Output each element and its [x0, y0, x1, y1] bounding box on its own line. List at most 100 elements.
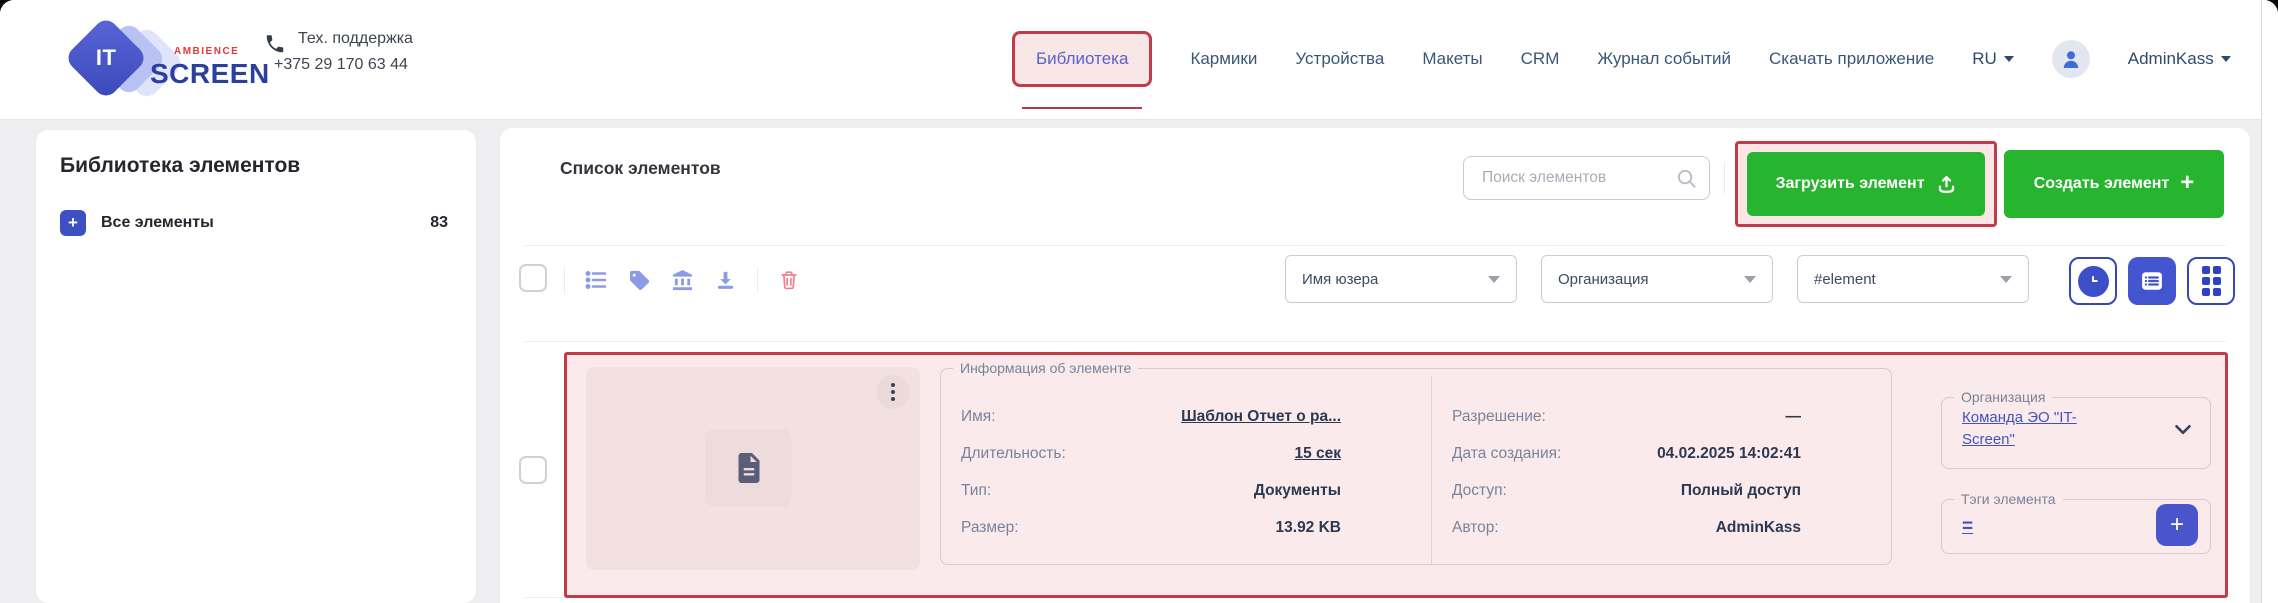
organization-fieldset: Организация Команда ЭО "IT-Screen": [1941, 389, 2211, 469]
divider: [757, 267, 758, 293]
filter-element-tag[interactable]: #element: [1797, 255, 2029, 303]
chevron-down-icon: [1488, 275, 1500, 283]
sidebar-item-count: 83: [430, 214, 448, 231]
element-name-link[interactable]: Шаблон Отчет о ра...: [1181, 408, 1341, 426]
field-label: Размер:: [961, 518, 1019, 536]
user-avatar[interactable]: [2051, 40, 2090, 78]
history-view-button[interactable]: [2069, 257, 2117, 305]
main-nav: Библиотека Кармики Устройства Макеты CRM…: [1012, 0, 2231, 118]
grid-view-button[interactable]: [2187, 257, 2235, 305]
field-value: 13.92 KB: [1275, 518, 1341, 536]
field-label: Тип:: [961, 481, 992, 499]
sidebar-item-all-elements[interactable]: + Все элементы 83: [60, 210, 448, 236]
expand-plus-icon[interactable]: +: [60, 210, 86, 236]
language-value: RU: [1972, 49, 1997, 68]
nav-tab-download-app[interactable]: Скачать приложение: [1769, 49, 1934, 69]
nav-tab-crm[interactable]: CRM: [1521, 49, 1560, 69]
tags-legend: Тэги элемента: [1961, 491, 2056, 507]
user-menu[interactable]: AdminKass: [2128, 49, 2231, 69]
filter-organization[interactable]: Организация: [1541, 255, 1773, 303]
tags-fieldset: Тэги элемента = +: [1941, 491, 2211, 554]
select-all-checkbox[interactable]: [519, 264, 547, 292]
person-icon: [2063, 51, 2078, 68]
view-toggle-group: [2069, 257, 2235, 305]
clock-icon: [2077, 265, 2109, 297]
list-icon[interactable]: [584, 268, 608, 292]
field-label: Дата создания:: [1452, 444, 1562, 462]
info-row-name: Имя: Шаблон Отчет о ра...: [961, 398, 1341, 435]
filter-user-name[interactable]: Имя юзера: [1285, 255, 1517, 303]
divider: [1724, 162, 1725, 194]
add-tag-button[interactable]: +: [2156, 504, 2198, 546]
trash-icon[interactable]: [778, 269, 800, 291]
nav-tab-event-log[interactable]: Журнал событий: [1597, 49, 1731, 69]
field-label: Имя:: [961, 407, 996, 425]
divider: [524, 341, 2226, 342]
download-icon[interactable]: [714, 269, 737, 292]
info-row-resolution: Разрешение: —: [1452, 398, 1801, 435]
plus-icon: +: [2180, 169, 2195, 196]
caret-down-icon: [2003, 56, 2014, 62]
info-row-duration: Длительность: 15 сек: [961, 435, 1341, 472]
sidebar-title: Библиотека элементов: [60, 154, 301, 177]
field-label: Автор:: [1452, 518, 1499, 536]
active-tab-underline: [1022, 107, 1142, 109]
document-preview: [705, 429, 792, 507]
list-view-button[interactable]: [2128, 257, 2176, 305]
page-title: Список элементов: [560, 158, 721, 178]
library-sidebar: Библиотека элементов + Все элементы 83: [36, 130, 476, 603]
annotation-box-element-row: Информация об элементе Имя: Шаблон Отчет…: [564, 352, 2228, 598]
nav-tab-karmiki[interactable]: Кармики: [1190, 49, 1257, 69]
chevron-down-icon[interactable]: [2170, 416, 2196, 442]
row-checkbox[interactable]: [519, 456, 547, 484]
info-row-created: Дата создания: 04.02.2025 14:02:41: [1452, 435, 1801, 472]
filters-row: Имя юзера Организация #element: [1285, 255, 2029, 303]
support-phone: +375 29 170 63 44: [274, 56, 408, 73]
elements-panel: Список элементов Загрузить элемент Созда…: [500, 128, 2250, 603]
app-logo[interactable]: IT AMBIENCE SCREEN: [46, 15, 276, 102]
organization-link[interactable]: Команда ЭО "IT-Screen": [1962, 407, 2112, 451]
tag-icon[interactable]: [628, 269, 651, 292]
document-icon: [738, 453, 759, 483]
sidebar-item-label: Все элементы: [101, 214, 214, 231]
field-label: Длительность:: [961, 444, 1066, 462]
element-thumbnail[interactable]: [586, 367, 920, 570]
bulk-actions-toolbar: [584, 267, 800, 293]
field-value: Полный доступ: [1680, 481, 1801, 499]
upload-element-button[interactable]: Загрузить элемент: [1747, 152, 1985, 216]
grid-view-icon: [2201, 266, 2221, 296]
chevron-down-icon: [1744, 275, 1756, 283]
upload-button-label: Загрузить элемент: [1775, 175, 1925, 192]
nav-tab-devices[interactable]: Устройства: [1295, 49, 1384, 69]
language-selector[interactable]: RU: [1972, 49, 2014, 69]
info-column-right: Разрешение: — Дата создания: 04.02.2025 …: [1432, 376, 1891, 564]
upload-icon: [1938, 175, 1954, 193]
field-value: Документы: [1253, 481, 1341, 499]
nav-tab-library[interactable]: Библиотека: [1012, 31, 1153, 87]
page-scrollbar[interactable]: [2261, 0, 2278, 603]
nav-tab-layouts[interactable]: Макеты: [1422, 49, 1482, 69]
search-box: [1463, 156, 1710, 200]
field-value: AdminKass: [1715, 518, 1801, 536]
tags-value[interactable]: =: [1962, 516, 1973, 538]
info-row-size: Размер: 13.92 KB: [961, 509, 1341, 546]
logo-ambience-text: AMBIENCE: [174, 46, 240, 57]
info-row-access: Доступ: Полный доступ: [1452, 472, 1801, 509]
kebab-menu-icon[interactable]: [876, 375, 910, 409]
divider: [564, 268, 565, 294]
search-input[interactable]: [1480, 157, 1674, 199]
filter-value: Организация: [1558, 270, 1649, 288]
create-button-label: Создать элемент: [2033, 175, 2170, 192]
annotation-box-upload: Загрузить элемент: [1735, 141, 1997, 227]
field-label: Доступ:: [1452, 481, 1507, 499]
filter-value: #element: [1814, 270, 1876, 288]
field-value: —: [1785, 407, 1802, 425]
list-view-icon: [2142, 272, 2162, 290]
username: AdminKass: [2127, 49, 2214, 68]
logo-screen-text: SCREEN: [150, 58, 270, 89]
bank-icon[interactable]: [671, 269, 694, 292]
filter-value: Имя юзера: [1302, 270, 1379, 288]
create-element-button[interactable]: Создать элемент +: [2004, 150, 2224, 218]
info-row-author: Автор: AdminKass: [1452, 509, 1801, 546]
element-duration-link[interactable]: 15 сек: [1294, 445, 1341, 463]
